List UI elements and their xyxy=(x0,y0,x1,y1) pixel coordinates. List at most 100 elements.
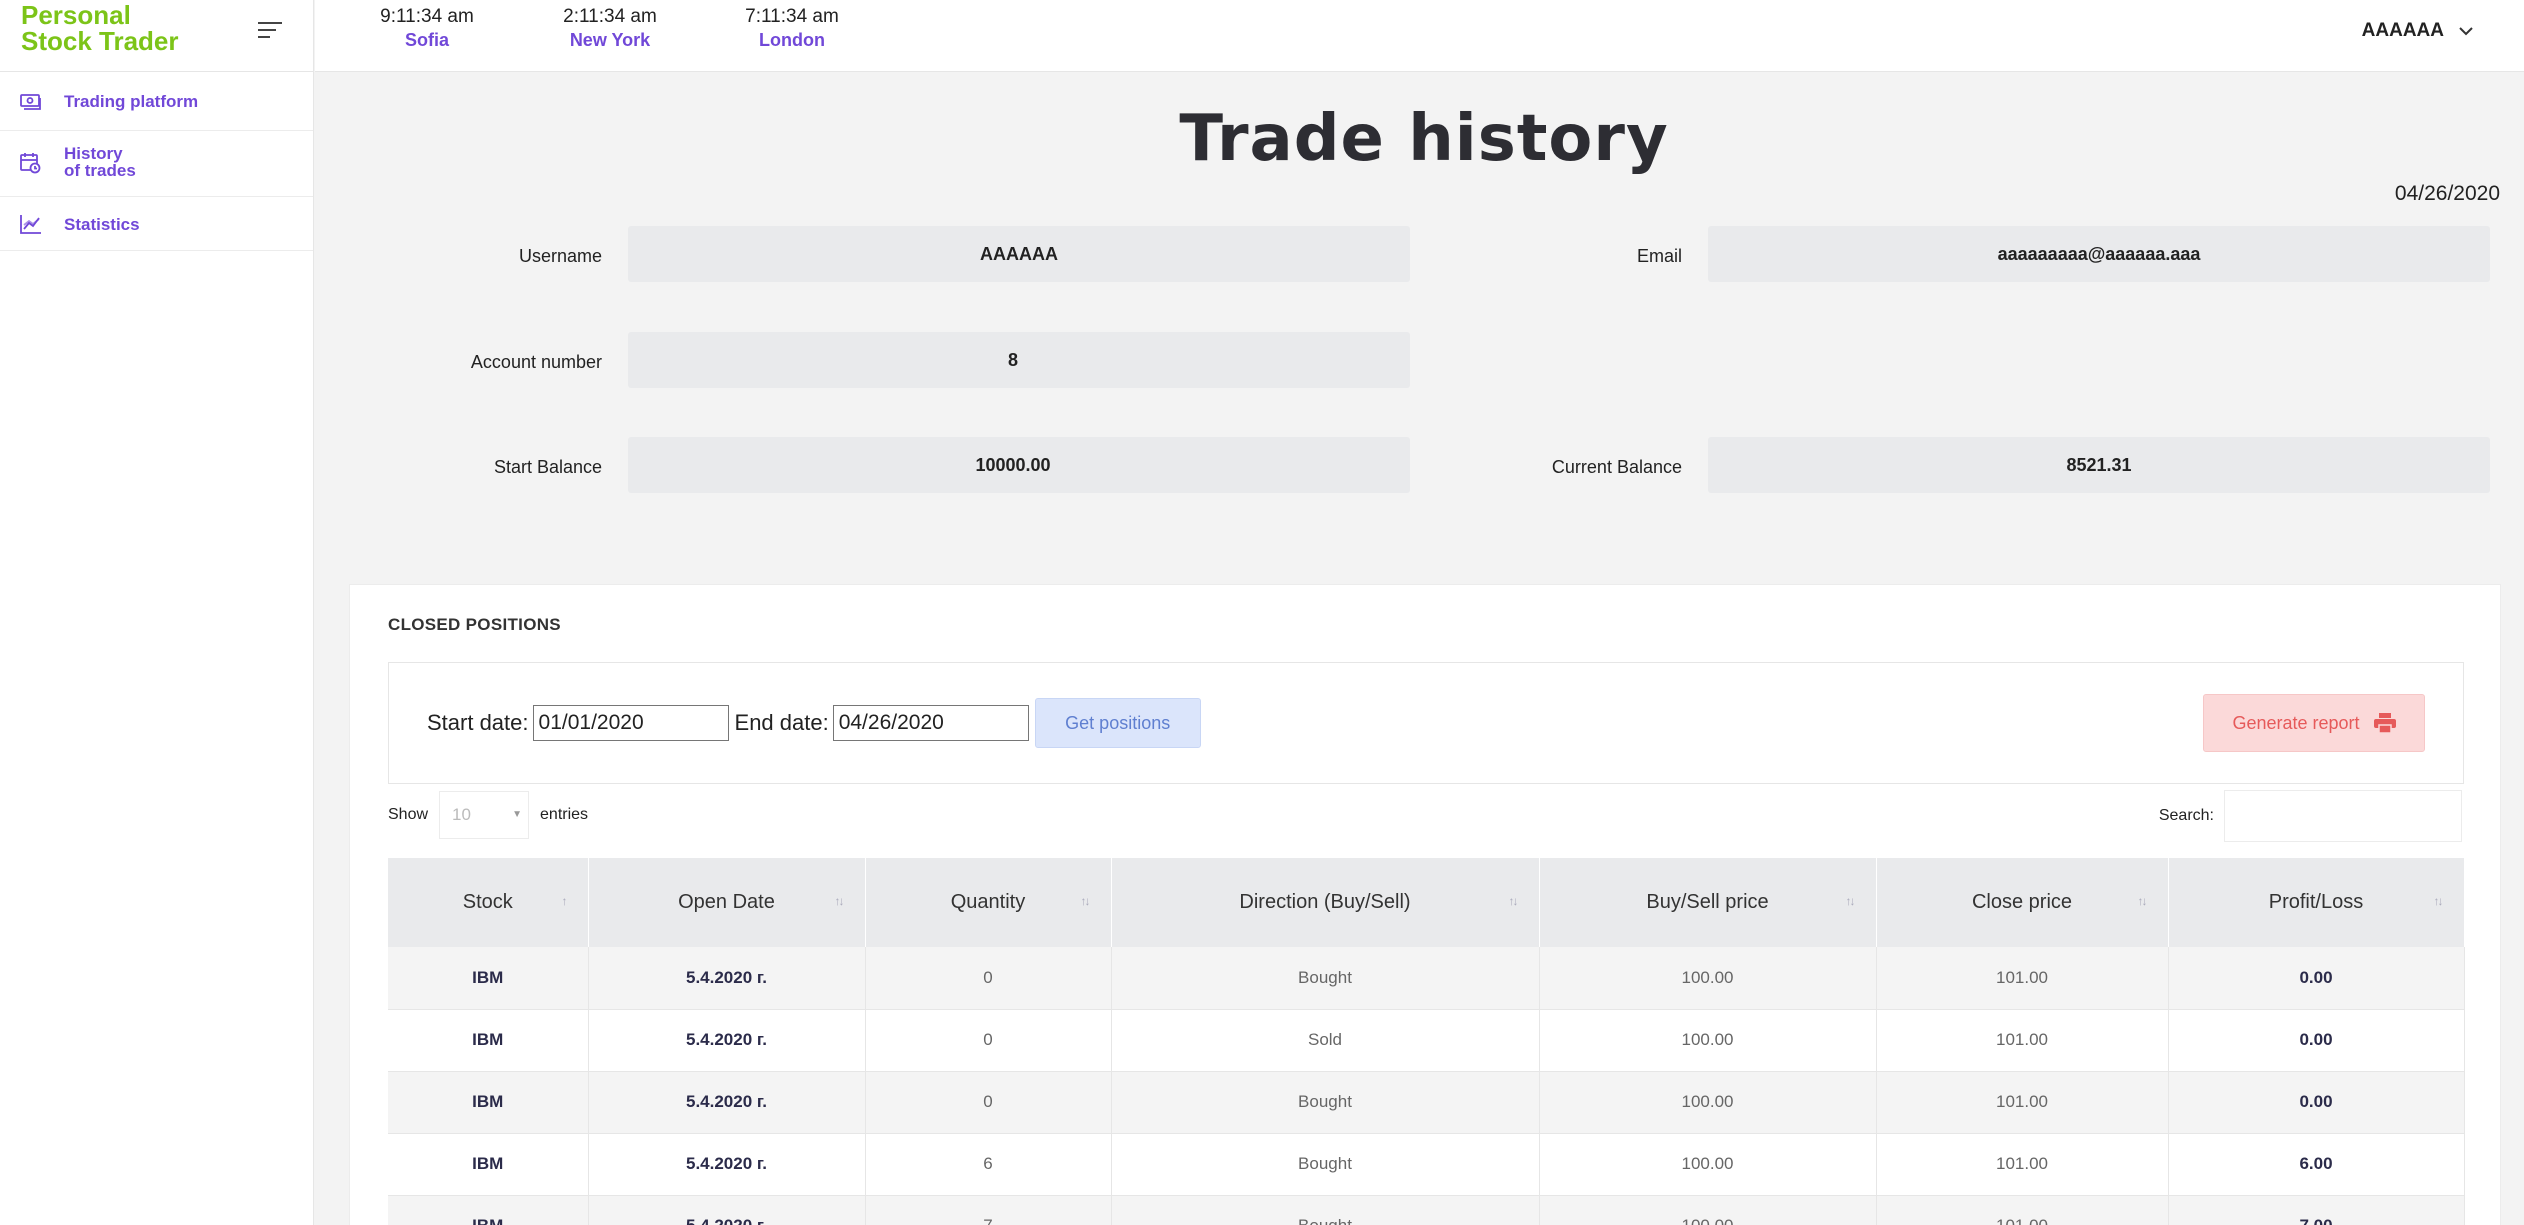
cell-close-price: 101.00 xyxy=(1876,1195,2169,1225)
clock-london: 7:11:34 am London xyxy=(722,6,862,52)
column-header-direction[interactable]: Direction (Buy/Sell) ↑↓ xyxy=(1111,858,1540,947)
table-header-row: Stock ↑ Open Date ↑↓ Quantity ↑↓ Direction … xyxy=(388,858,2465,947)
cell-quantity: 6 xyxy=(865,1133,1112,1196)
column-header-open-date[interactable]: Open Date ↑↓ xyxy=(588,858,866,947)
top-bar: 9:11:34 am Sofia 2:11:34 am New York 7:1… xyxy=(315,0,2524,72)
chart-icon xyxy=(20,215,41,234)
cell-close-price: 101.00 xyxy=(1876,1071,2169,1134)
caret-down-icon: ▼ xyxy=(512,809,523,820)
table-row[interactable]: IBM 5.4.2020 г. 0 Bought 100.00 101.00 0… xyxy=(388,1071,2465,1134)
current-balance-field: 8521.31 xyxy=(1708,437,2490,493)
cell-profit-loss: 6.00 xyxy=(2168,1133,2465,1196)
sort-icon: ↑↓ xyxy=(834,894,845,908)
table-row[interactable]: IBM 5.4.2020 г. 7 Bought 100.00 101.00 7… xyxy=(388,1195,2465,1225)
printer-icon xyxy=(2373,713,2396,733)
account-number-label: Account number xyxy=(470,352,602,372)
sidebar-item-label: Statistics xyxy=(64,215,140,234)
column-header-label: Direction (Buy/Sell) xyxy=(1239,891,1411,913)
cell-profit-loss: 0.00 xyxy=(2168,1009,2465,1072)
column-header-label: Profit/Loss xyxy=(2268,891,2364,913)
cell-open-date: 5.4.2020 г. xyxy=(588,1009,866,1072)
cell-quantity: 7 xyxy=(865,1195,1112,1225)
end-date-label: End date: xyxy=(734,710,829,735)
generate-report-button[interactable]: Generate report xyxy=(2203,694,2425,752)
cell-close-price: 101.00 xyxy=(1876,1009,2169,1072)
clock-new-york: 2:11:34 am New York xyxy=(540,6,680,52)
panel-title: CLOSED POSITIONS xyxy=(388,615,561,634)
column-header-close-price[interactable]: Close price ↑↓ xyxy=(1876,858,2169,947)
cell-quantity: 0 xyxy=(865,947,1112,1010)
column-header-buy-sell-price[interactable]: Buy/Sell price ↑↓ xyxy=(1539,858,1877,947)
column-header-label: Stock xyxy=(462,891,513,913)
clock-time: 7:11:34 am xyxy=(745,6,839,27)
cell-buy-sell-price: 100.00 xyxy=(1539,1071,1877,1134)
cell-stock: IBM xyxy=(388,947,589,1010)
sidebar-item-trading-platform[interactable]: Trading platform xyxy=(0,72,313,131)
column-header-label: Open Date xyxy=(678,891,775,913)
date-filter: Start date: End date: Get positions xyxy=(427,698,1201,748)
cell-direction: Bought xyxy=(1111,1071,1540,1134)
search-input[interactable] xyxy=(2224,790,2462,842)
cell-open-date: 5.4.2020 г. xyxy=(588,1195,866,1225)
current-balance-label: Current Balance xyxy=(1551,457,1682,477)
sort-asc-icon: ↑ xyxy=(561,894,568,908)
username-label: Username xyxy=(518,246,602,266)
get-positions-button[interactable]: Get positions xyxy=(1034,698,1201,748)
table-row[interactable]: IBM 5.4.2020 г. 0 Sold 100.00 101.00 0.0… xyxy=(388,1009,2465,1072)
table-row[interactable]: IBM 5.4.2020 г. 6 Bought 100.00 101.00 6… xyxy=(388,1133,2465,1196)
username-field: AAAAAA xyxy=(628,226,1410,282)
sidebar-item-label-line-1: History xyxy=(64,144,123,163)
column-header-label: Buy/Sell price xyxy=(1646,891,1769,913)
email-field: aaaaaaaaa@aaaaaa.aaa xyxy=(1708,226,2490,282)
menu-toggle-icon[interactable] xyxy=(258,22,284,42)
cell-quantity: 0 xyxy=(865,1071,1112,1134)
end-date-input[interactable] xyxy=(832,705,1029,741)
search-area: Search: xyxy=(2159,790,2462,842)
sort-icon: ↑↓ xyxy=(1508,894,1519,908)
cell-stock: IBM xyxy=(388,1071,589,1134)
user-menu[interactable]: AAAAAA xyxy=(2362,20,2474,42)
clock-sofia: 9:11:34 am Sofia xyxy=(357,6,497,52)
brand-line-2: Stock Trader xyxy=(21,26,179,56)
sidebar-item-statistics[interactable]: Statistics xyxy=(0,197,313,251)
show-entries: Show 10 ▼ entries xyxy=(388,791,588,839)
cell-stock: IBM xyxy=(388,1009,589,1072)
column-header-stock[interactable]: Stock ↑ xyxy=(388,858,589,947)
user-name: AAAAAA xyxy=(2361,20,2444,41)
filter-box: Start date: End date: Get positions Gene… xyxy=(388,662,2464,784)
sidebar-item-label: History of trades xyxy=(64,145,136,179)
cell-open-date: 5.4.2020 г. xyxy=(588,1071,866,1134)
cell-buy-sell-price: 100.00 xyxy=(1539,1195,1877,1225)
clock-time: 2:11:34 am xyxy=(563,6,657,27)
chevron-down-icon xyxy=(2459,27,2473,36)
cell-profit-loss: 0.00 xyxy=(2168,947,2465,1010)
show-label: Show xyxy=(388,806,429,823)
start-balance-label: Start Balance xyxy=(493,457,602,477)
sort-icon: ↑↓ xyxy=(2433,894,2444,908)
column-header-quantity[interactable]: Quantity ↑↓ xyxy=(865,858,1112,947)
money-icon xyxy=(20,94,41,110)
sidebar-item-label: Trading platform xyxy=(64,92,199,111)
email-label: Email xyxy=(1636,246,1682,266)
clock-city: Sofia xyxy=(404,30,449,50)
app-logo[interactable]: Personal Stock Trader xyxy=(21,2,179,54)
cell-direction: Bought xyxy=(1111,1195,1540,1225)
cell-stock: IBM xyxy=(388,1195,589,1225)
cell-direction: Sold xyxy=(1111,1009,1540,1072)
sidebar-item-label-line-2: of trades xyxy=(64,161,136,180)
cell-open-date: 5.4.2020 г. xyxy=(588,1133,866,1196)
table-row[interactable]: IBM 5.4.2020 г. 0 Bought 100.00 101.00 0… xyxy=(388,947,2465,1010)
cell-profit-loss: 7.00 xyxy=(2168,1195,2465,1225)
column-header-profit-loss[interactable]: Profit/Loss ↑↓ xyxy=(2168,858,2465,947)
sidebar-item-history-of-trades[interactable]: History of trades xyxy=(0,131,313,197)
start-date-input[interactable] xyxy=(532,705,729,741)
sidebar: Personal Stock Trader Trading platform H… xyxy=(0,0,314,1225)
column-header-label: Quantity xyxy=(950,891,1026,913)
entries-select[interactable]: 10 ▼ xyxy=(439,791,530,839)
search-label: Search: xyxy=(2158,807,2214,824)
account-number-field: 8 xyxy=(628,332,1410,388)
sort-icon: ↑↓ xyxy=(1080,894,1091,908)
cell-quantity: 0 xyxy=(865,1009,1112,1072)
cell-buy-sell-price: 100.00 xyxy=(1539,1133,1877,1196)
start-date-label: Start date: xyxy=(427,710,529,735)
